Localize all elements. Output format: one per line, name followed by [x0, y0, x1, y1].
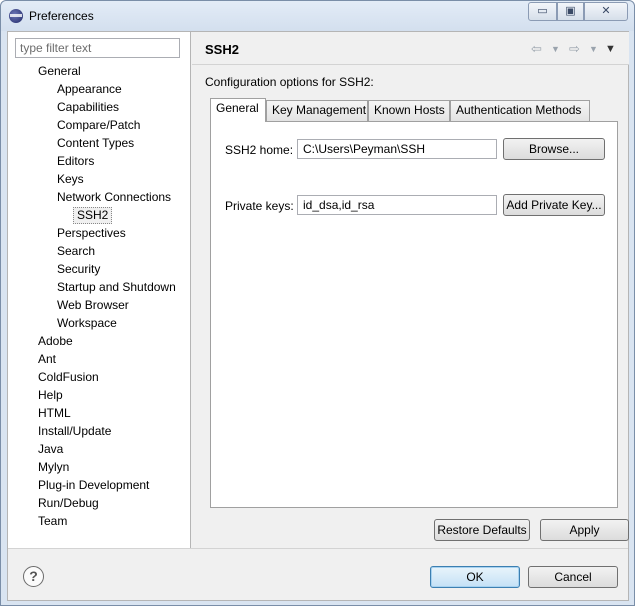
tree-item[interactable]: SSH2	[73, 207, 113, 224]
ok-button[interactable]: OK	[430, 566, 520, 588]
maximize-button[interactable]: ▣	[557, 2, 584, 21]
preference-tree-panel: GeneralAppearanceCapabilitiesCompare/Pat…	[8, 32, 191, 548]
page-description: Configuration options for SSH2:	[205, 75, 374, 89]
private-keys-field[interactable]	[297, 195, 497, 215]
general-tab-panel: SSH2 home: Browse... Private keys: Add P…	[210, 121, 618, 508]
tree-item[interactable]: Help	[38, 387, 63, 404]
tree-item[interactable]: Appearance	[57, 81, 122, 98]
tree-item[interactable]: Team	[38, 513, 67, 530]
help-icon[interactable]: ?	[23, 566, 44, 587]
tab-known-hosts[interactable]: Known Hosts	[368, 100, 450, 121]
tree-item[interactable]: Keys	[57, 171, 84, 188]
minimize-button[interactable]: ▭	[528, 2, 557, 21]
tree-item[interactable]: Network Connections	[57, 189, 171, 206]
browse-button[interactable]: Browse...	[503, 138, 605, 160]
page-header: SSH2 ⇦ ▼ ⇨ ▼ ▼	[192, 32, 629, 65]
tree-item[interactable]: Plug-in Development	[38, 477, 149, 494]
tab-authentication-methods[interactable]: Authentication Methods	[450, 100, 590, 121]
title-bar[interactable]: Preferences ▭ ▣ ✕	[1, 1, 634, 31]
tree-item[interactable]: Capabilities	[57, 99, 119, 116]
tab-key-management[interactable]: Key Management	[266, 100, 368, 121]
tree-item[interactable]: ColdFusion	[38, 369, 99, 386]
tree-item[interactable]: General	[38, 63, 81, 80]
window-title: Preferences	[29, 9, 94, 23]
tree-item[interactable]: HTML	[38, 405, 71, 422]
apply-button[interactable]: Apply	[540, 519, 629, 541]
tree-item[interactable]: Startup and Shutdown	[57, 279, 176, 296]
tree-item[interactable]: Mylyn	[38, 459, 69, 476]
tree-item[interactable]: Perspectives	[57, 225, 126, 242]
tree-item[interactable]: Search	[57, 243, 95, 260]
tab-general[interactable]: General	[210, 98, 266, 122]
back-arrow-icon[interactable]: ⇦	[531, 41, 542, 57]
preference-page: SSH2 ⇦ ▼ ⇨ ▼ ▼ Configuration options for…	[192, 32, 629, 548]
add-private-key-button[interactable]: Add Private Key...	[503, 194, 605, 216]
view-menu-icon[interactable]: ▼	[605, 43, 616, 55]
forward-dropdown-icon[interactable]: ▼	[589, 44, 598, 54]
ssh2-home-label: SSH2 home:	[225, 143, 294, 157]
tree-item[interactable]: Content Types	[57, 135, 134, 152]
tree-item[interactable]: Java	[38, 441, 63, 458]
page-title: SSH2	[205, 42, 239, 57]
close-button[interactable]: ✕	[584, 2, 628, 21]
tree-item[interactable]: Web Browser	[57, 297, 129, 314]
filter-input[interactable]	[15, 38, 180, 58]
tree-item[interactable]: Security	[57, 261, 100, 278]
tree-item[interactable]: Adobe	[38, 333, 73, 350]
tree-item[interactable]: Ant	[38, 351, 56, 368]
dialog-client-area: GeneralAppearanceCapabilitiesCompare/Pat…	[7, 31, 629, 601]
restore-defaults-button[interactable]: Restore Defaults	[434, 519, 530, 541]
eclipse-app-icon	[9, 9, 23, 23]
forward-arrow-icon[interactable]: ⇨	[569, 41, 580, 57]
cancel-button[interactable]: Cancel	[528, 566, 618, 588]
private-keys-label: Private keys:	[225, 199, 294, 213]
dialog-button-bar: ? OK Cancel	[8, 548, 628, 600]
back-dropdown-icon[interactable]: ▼	[551, 44, 560, 54]
tree-item[interactable]: Editors	[57, 153, 94, 170]
ssh2-home-field[interactable]	[297, 139, 497, 159]
tree-item[interactable]: Run/Debug	[38, 495, 99, 512]
tree-item[interactable]: Workspace	[57, 315, 117, 332]
tree-item[interactable]: Install/Update	[38, 423, 111, 440]
tree-item[interactable]: Compare/Patch	[57, 117, 140, 134]
preferences-window: Preferences ▭ ▣ ✕ GeneralAppearanceCapab…	[0, 0, 635, 606]
